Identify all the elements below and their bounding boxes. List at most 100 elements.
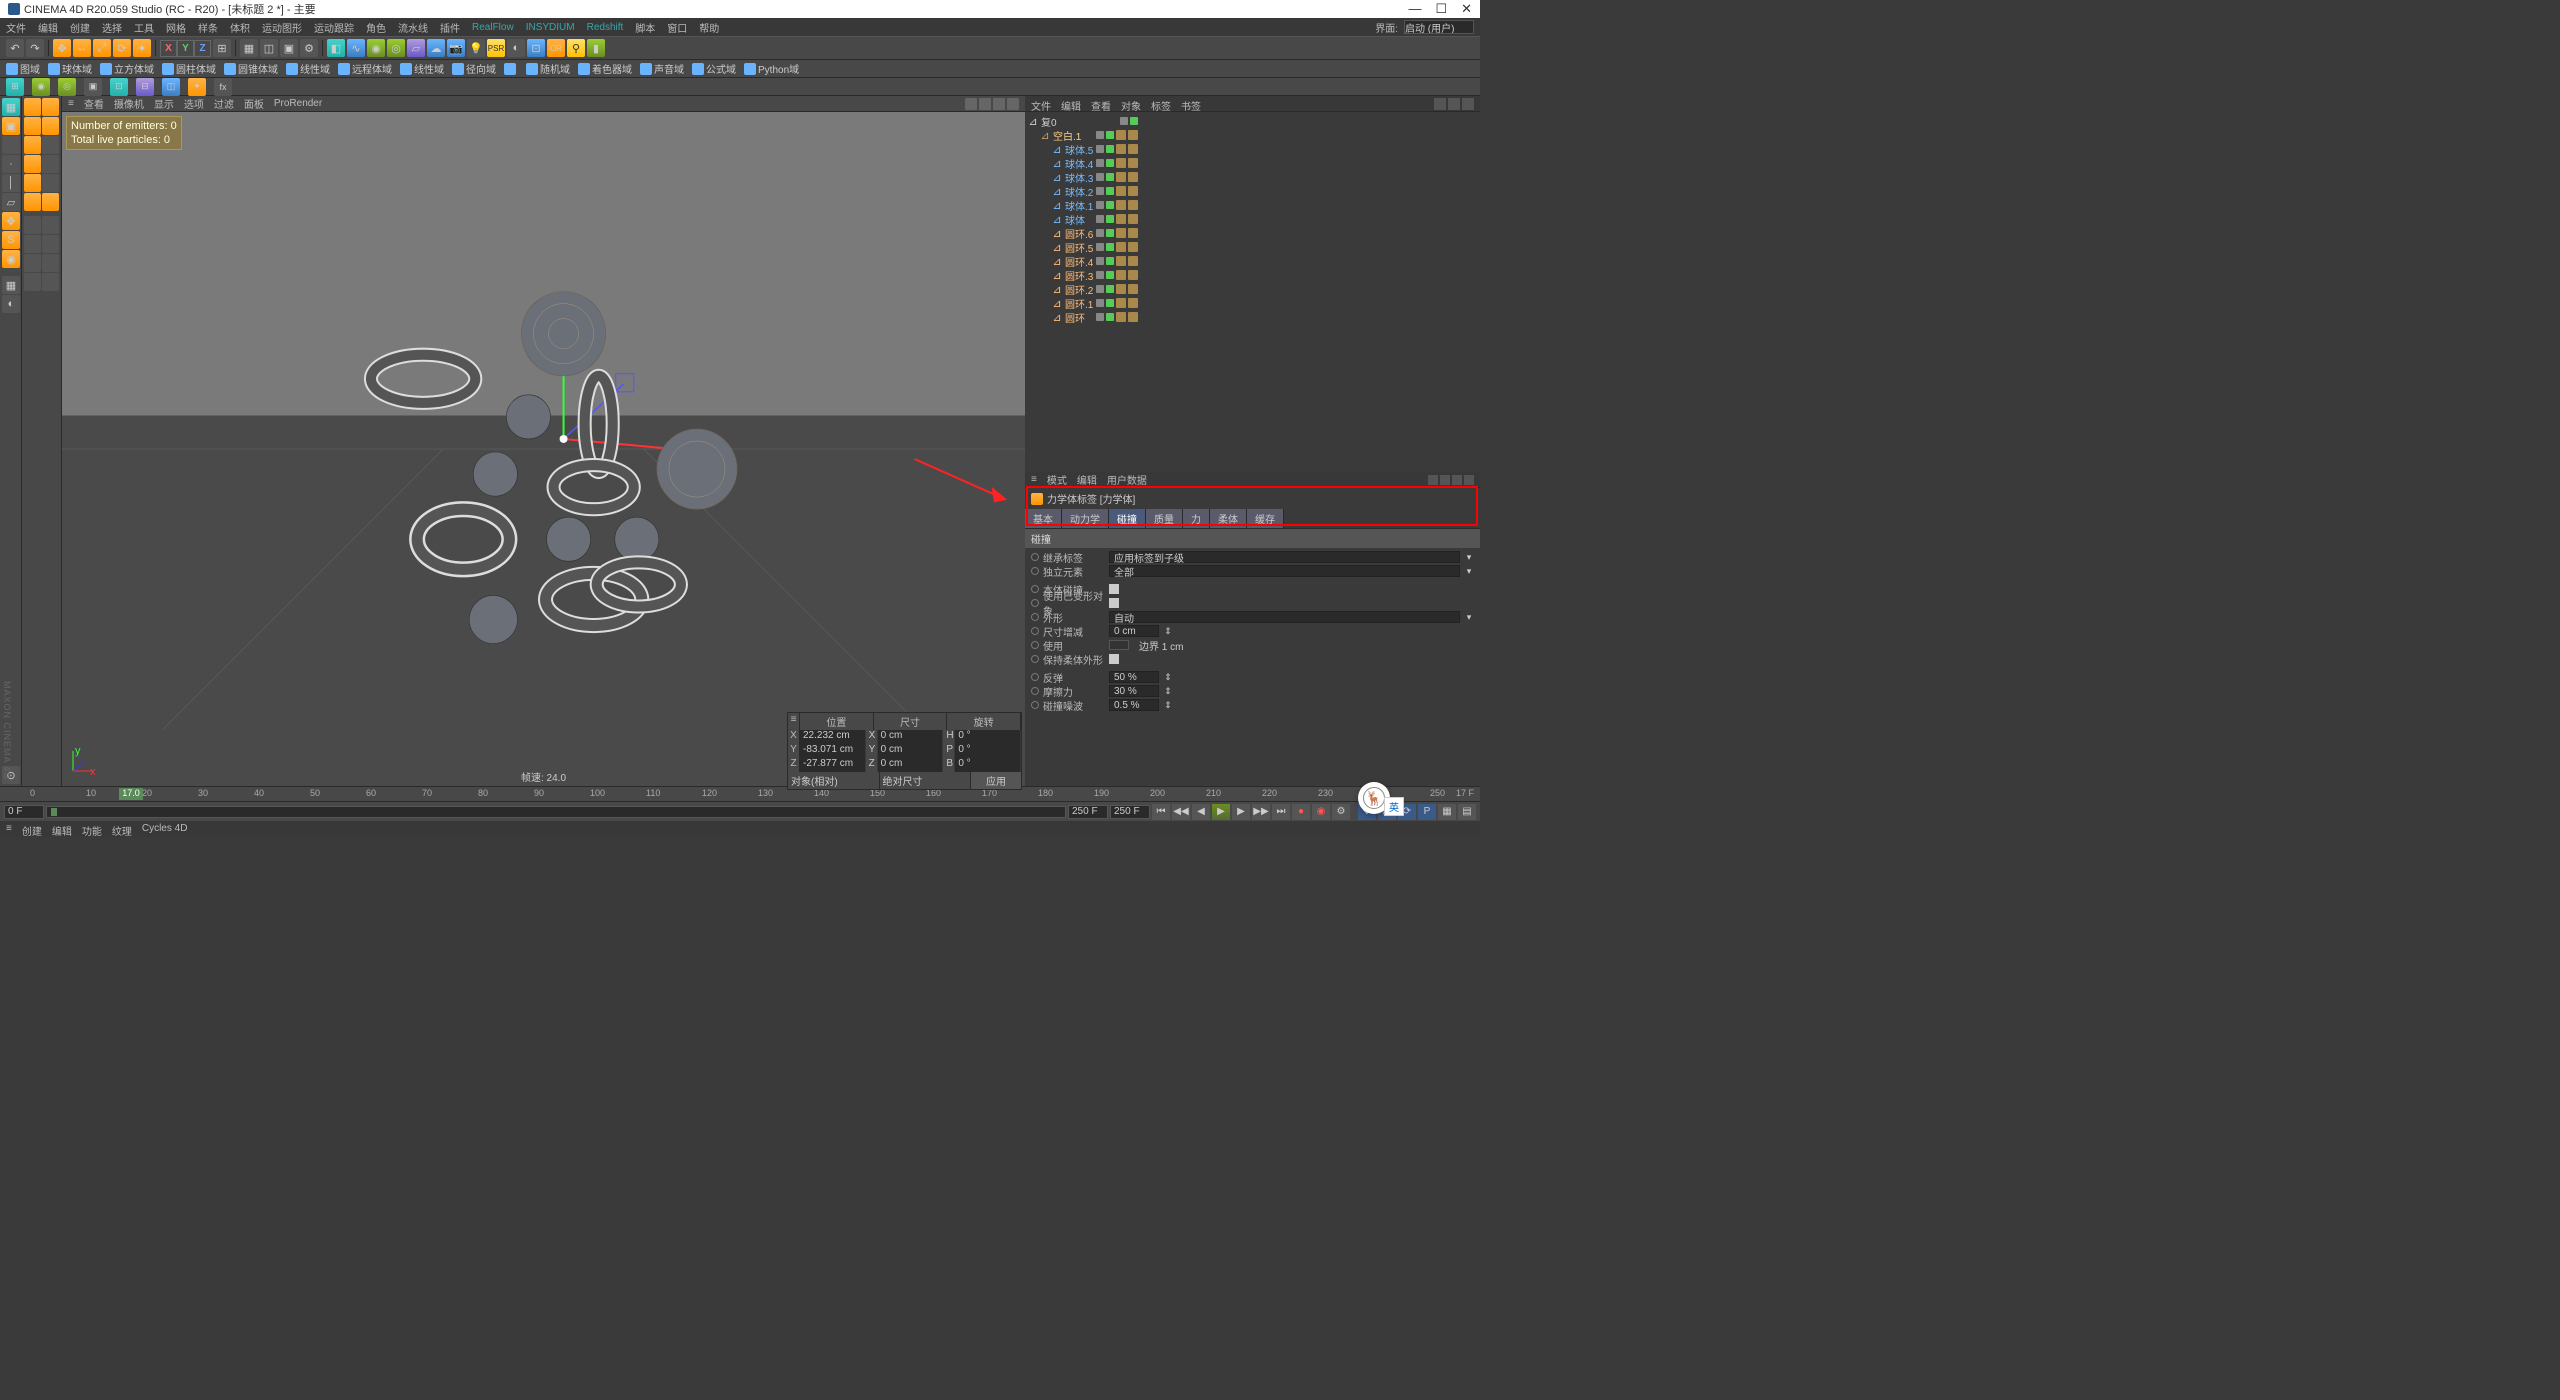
render-view-button[interactable]: ▦	[240, 39, 258, 57]
tag-button[interactable]: ◐	[507, 39, 525, 57]
tp-9[interactable]	[24, 174, 41, 192]
menu-体积[interactable]: 体积	[230, 20, 250, 35]
sub2-btn-8[interactable]: fx	[214, 78, 232, 96]
autokey-button[interactable]: ◉	[1312, 804, 1330, 820]
keyopt-button[interactable]: ⚙	[1332, 804, 1350, 820]
or-button[interactable]: OR	[547, 39, 565, 57]
coord-size-mode[interactable]: 绝对尺寸	[880, 772, 972, 789]
bottomtab-编辑[interactable]: 编辑	[52, 823, 72, 835]
sub-线性域[interactable]: 线性域	[286, 61, 330, 76]
attr-toggle-使用[interactable]	[1109, 640, 1129, 650]
tp-3[interactable]	[24, 117, 41, 135]
sub2-btn-7[interactable]: ✦	[188, 78, 206, 96]
tp-19[interactable]	[24, 273, 41, 291]
attr-cb-保持柔体外形[interactable]: ✓	[1109, 654, 1119, 664]
play-button[interactable]: ▶	[1212, 804, 1230, 820]
tree-item-球体.5[interactable]: ⊿球体.5	[1027, 142, 1478, 156]
sub-远程体域[interactable]: 远程体域	[338, 61, 392, 76]
poly-mode-button[interactable]: ▱	[2, 193, 20, 211]
attr-nav-up[interactable]	[1440, 475, 1450, 485]
coord-system-button[interactable]: ⊞	[213, 39, 231, 57]
tp-13[interactable]	[24, 216, 41, 234]
tp-6[interactable]	[42, 136, 59, 154]
sub-图域[interactable]: 图域	[6, 61, 40, 76]
maximize-button[interactable]: ☐	[1435, 1, 1447, 17]
obj-filter-2[interactable]	[1448, 98, 1460, 110]
attr-num-摩擦力[interactable]: 30 %	[1109, 685, 1159, 697]
key-layout-button[interactable]: ▤	[1458, 804, 1476, 820]
bottomtab-Cycles 4D[interactable]: Cycles 4D	[142, 823, 188, 835]
attr-field-独立元素[interactable]: 全部	[1109, 565, 1460, 577]
vp-menu-ProRender[interactable]: ProRender	[274, 98, 322, 109]
tree-item-圆环.6[interactable]: ⊿圆环.6	[1027, 226, 1478, 240]
uv-mode-button[interactable]: S	[2, 231, 20, 249]
tp-11[interactable]	[24, 193, 41, 211]
sub-随机域[interactable]: 随机域	[526, 61, 570, 76]
redo-button[interactable]: ↷	[26, 39, 44, 57]
sub-立方体域[interactable]: 立方体域	[100, 61, 154, 76]
attr-cb-使用已变形对象[interactable]: ✓	[1109, 598, 1119, 608]
tree-item-球体.4[interactable]: ⊿球体.4	[1027, 156, 1478, 170]
3d-viewport[interactable]: Number of emitters: 0 Total live particl…	[62, 112, 1025, 786]
sub-线性域[interactable]: 线性域	[400, 61, 444, 76]
rotate-button[interactable]: ⟳	[113, 39, 131, 57]
bottomtab-纹理[interactable]: 纹理	[112, 823, 132, 835]
tree-item-圆环.1[interactable]: ⊿圆环.1	[1027, 296, 1478, 310]
move-button[interactable]: ↔	[73, 39, 91, 57]
tp-8[interactable]	[42, 155, 59, 173]
point-mode-button[interactable]: ·	[2, 155, 20, 173]
timeline[interactable]: 0102030405060708090100110120130140150160…	[0, 787, 1480, 801]
tp-10[interactable]	[42, 174, 59, 192]
tree-item-空白.1[interactable]: ⊿空白.1	[1027, 128, 1478, 142]
generator-button[interactable]: ◎	[387, 39, 405, 57]
sub-声音域[interactable]: 声音域	[640, 61, 684, 76]
tp-4[interactable]	[42, 117, 59, 135]
attr-field-继承标签[interactable]: 应用标签到子级	[1109, 551, 1460, 563]
timeline-in[interactable]	[4, 805, 44, 819]
attr-menu-userdata[interactable]: 用户数据	[1107, 472, 1147, 487]
undo-button[interactable]: ↶	[6, 39, 24, 57]
tp-17[interactable]	[24, 254, 41, 272]
scale-button[interactable]: ⤢	[93, 39, 111, 57]
next-frame-button[interactable]: ▶	[1232, 804, 1250, 820]
obj-filter-3[interactable]	[1462, 98, 1474, 110]
obj-filter-1[interactable]	[1434, 98, 1446, 110]
sub2-btn-2[interactable]: ◎	[58, 78, 76, 96]
menu-帮助[interactable]: 帮助	[699, 20, 719, 35]
sub2-btn-3[interactable]: ▣	[84, 78, 102, 96]
interface-select[interactable]	[1404, 20, 1474, 34]
menu-RealFlow[interactable]: RealFlow	[472, 22, 514, 33]
tree-item-圆环.3[interactable]: ⊿圆环.3	[1027, 268, 1478, 282]
objtab-查看[interactable]: 查看	[1091, 98, 1111, 109]
attr-menu-mode[interactable]: 模式	[1047, 472, 1067, 487]
objtab-编辑[interactable]: 编辑	[1061, 98, 1081, 109]
key-pla-button[interactable]: ▦	[1438, 804, 1456, 820]
bottomtab-创建[interactable]: 创建	[22, 823, 42, 835]
vp-menu-过滤[interactable]: 过滤	[214, 96, 234, 111]
coord-hamburger[interactable]: ≡	[788, 713, 800, 730]
sub-公式域[interactable]: 公式域	[692, 61, 736, 76]
deformer-button[interactable]: ▱	[407, 39, 425, 57]
minimize-button[interactable]: —	[1408, 1, 1421, 17]
menu-样条[interactable]: 样条	[198, 20, 218, 35]
tree-item-圆环[interactable]: ⊿圆环	[1027, 310, 1478, 324]
menu-选择[interactable]: 选择	[102, 20, 122, 35]
axis-lock[interactable]: XYZ	[160, 40, 211, 57]
prev-frame-button[interactable]: ◀	[1192, 804, 1210, 820]
sub2-btn-6[interactable]: ◫	[162, 78, 180, 96]
render-pv-button[interactable]: ▣	[280, 39, 298, 57]
tree-item-圆环.2[interactable]: ⊿圆环.2	[1027, 282, 1478, 296]
sub-圆锥体域[interactable]: 圆锥体域	[224, 61, 278, 76]
tool6-button[interactable]: ◉	[2, 250, 20, 268]
attr-num-碰撞噪波[interactable]: 0.5 %	[1109, 699, 1159, 711]
display-grid-button[interactable]: ▦	[2, 276, 20, 294]
menu-INSYDIUM[interactable]: INSYDIUM	[526, 22, 575, 33]
vp-menu-hamburger[interactable]: ≡	[68, 98, 74, 109]
goto-start-button[interactable]: ⏮	[1152, 804, 1170, 820]
menu-网格[interactable]: 网格	[166, 20, 186, 35]
menu-运动跟踪[interactable]: 运动跟踪	[314, 20, 354, 35]
attr-tab-动力学[interactable]: 动力学	[1062, 509, 1109, 528]
timeline-slider[interactable]	[46, 806, 1066, 818]
render-region-button[interactable]: ◫	[260, 39, 278, 57]
prev-key-button[interactable]: ◀◀	[1172, 804, 1190, 820]
